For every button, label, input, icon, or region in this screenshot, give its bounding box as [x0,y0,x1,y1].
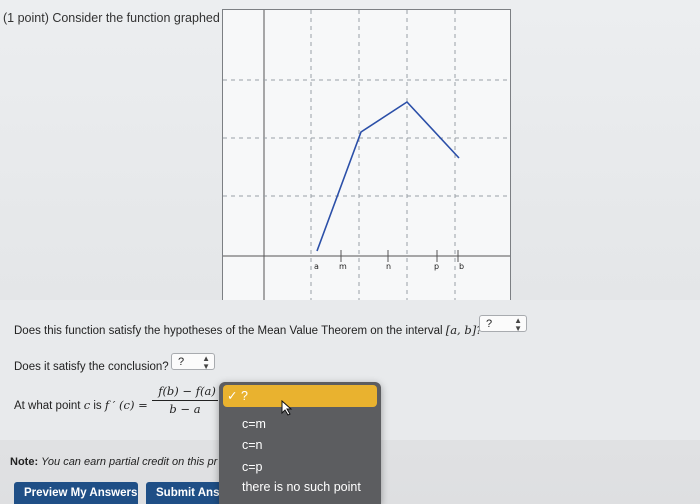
function-graph: a m n p b [222,9,511,301]
select-arrows-icon: ▲ ▼ [202,354,210,371]
function-curve [316,100,460,252]
x-label-p: p [434,262,439,271]
interval-text: [a, b]? [445,323,483,337]
point-c-dropdown-menu[interactable]: ✓ ? c=m c=n c=p there is no such point [219,382,381,504]
mouse-cursor-icon [281,399,293,419]
fraction-numerator: f(b) − f(a) [158,384,216,398]
submit-answers-button[interactable]: Submit Answe [146,482,224,504]
dropdown-option-c-p[interactable]: c=p [219,460,381,474]
mvt-conclusion-value: ? [178,356,185,368]
fraction-denominator: b − a [169,402,201,416]
question-1-text: Does this function satisfy the hypothese… [14,325,443,337]
problem-intro: (1 point) Consider the function graphed … [3,11,259,25]
question-3-mid: is [93,400,102,412]
dropdown-option-selected[interactable]: ✓ ? [223,385,377,407]
mvt-conclusion-select[interactable]: ? ▲ ▼ [171,353,215,371]
mvt-hypotheses-select[interactable]: ? ▲ ▼ [479,315,527,333]
question-3-var: c [83,398,91,412]
graph-svg: a m n p b [223,10,510,300]
question-3-prefix: At what point [14,400,81,412]
x-label-n: n [386,262,391,271]
dropdown-option-no-point[interactable]: there is no such point [219,480,381,494]
question-2: Does it satisfy the conclusion? [14,361,169,373]
select-arrows-icon: ▲ ▼ [514,316,522,333]
partial-credit-note: Note: You can earn partial credit on thi… [10,456,217,468]
mvt-hypotheses-value: ? [486,318,493,330]
dropdown-option-c-m[interactable]: c=m [219,417,381,431]
fraction-bar [152,400,218,401]
note-text: You can earn partial credit on this pr [41,456,218,468]
dropdown-option-c-n[interactable]: c=n [219,438,381,452]
x-label-m: m [339,262,347,271]
note-label: Note: [10,456,39,468]
question-3: At what point c is f ′ (c) = [14,398,148,412]
x-label-a: a [314,262,319,271]
x-label-b: b [459,262,464,271]
question-1: Does this function satisfy the hypothese… [14,323,482,337]
preview-answers-button[interactable]: Preview My Answers [14,482,138,504]
question-3-func: f ′ (c) = [104,398,148,412]
